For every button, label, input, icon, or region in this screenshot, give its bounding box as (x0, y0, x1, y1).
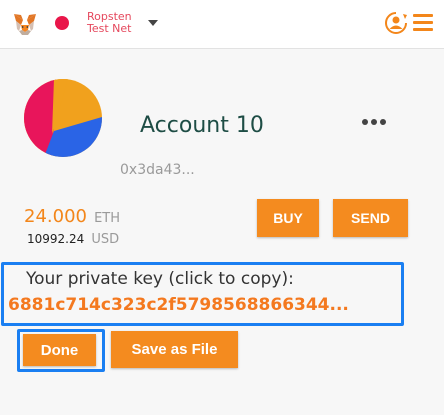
usd-unit: USD (91, 232, 120, 247)
top-bar: Ropsten Test Net (0, 0, 444, 49)
account-switch-icon[interactable] (384, 11, 408, 35)
eth-unit: ETH (94, 211, 121, 226)
chevron-down-icon[interactable] (148, 20, 158, 26)
eth-balance-value: 24.000 (24, 206, 87, 227)
eth-balance: 24.000 ETH (24, 206, 120, 227)
avatar (24, 79, 102, 157)
usd-balance: 10992.24 USD (27, 228, 119, 247)
network-status-dot (55, 16, 69, 30)
account-address[interactable]: 0x3da43... (120, 162, 195, 178)
private-key-copy-area[interactable]: Your private key (click to copy): 6881c7… (1, 262, 404, 326)
account-name: Account 10 (140, 113, 264, 138)
done-button[interactable]: Done (23, 334, 96, 366)
save-as-file-button[interactable]: Save as File (111, 331, 238, 368)
hamburger-menu-icon[interactable] (413, 14, 433, 32)
private-key-value[interactable]: 6881c714c323c2f5798568866344... (8, 295, 349, 315)
send-button[interactable]: SEND (333, 199, 408, 237)
metamask-fox-icon[interactable] (12, 11, 38, 37)
buy-button[interactable]: BUY (257, 199, 319, 237)
more-options-icon[interactable] (362, 119, 386, 125)
usd-balance-value: 10992.24 (27, 232, 85, 246)
private-key-label: Your private key (click to copy): (26, 269, 294, 289)
network-selector[interactable]: Ropsten Test Net (87, 11, 143, 35)
